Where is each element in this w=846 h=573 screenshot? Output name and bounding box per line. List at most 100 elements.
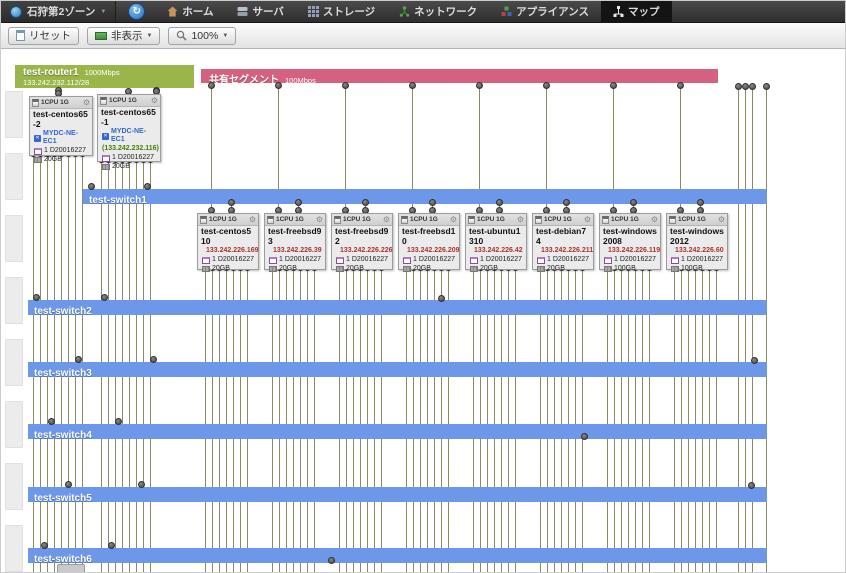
server-node[interactable]: 1CPU 1G⚙test-freebsd10133.242.226.2091 D… — [398, 213, 460, 270]
port-dot — [496, 199, 503, 206]
network-cable — [607, 270, 608, 573]
network-cable — [561, 270, 562, 573]
gear-icon[interactable]: ⚙ — [151, 97, 158, 105]
gear-icon[interactable]: ⚙ — [584, 216, 591, 224]
router-bandwidth: 1000Mbps — [85, 68, 120, 77]
port-dot — [208, 82, 215, 89]
port-dot — [295, 199, 302, 206]
server-ip: 133.242.226.39 — [265, 246, 325, 255]
server-spec-badge: 1CPU 1G — [343, 216, 381, 223]
port-dot — [101, 294, 108, 301]
gear-icon[interactable]: ⚙ — [651, 216, 658, 224]
switch-bar[interactable]: test-switch6 — [28, 548, 767, 563]
server-node[interactable]: 1CPU 1G⚙test-windows2008133.242.226.1191… — [599, 213, 661, 270]
switch-name: test-switch3 — [34, 368, 92, 377]
nav-item-home[interactable]: ホーム — [155, 1, 225, 22]
server-icon — [32, 99, 39, 107]
server-name: test-centos510 — [198, 226, 258, 246]
gear-icon[interactable]: ⚙ — [718, 216, 725, 224]
nic-link[interactable]: MYDC-NE-EC1 — [43, 130, 89, 146]
server-name: test-freebsd10 — [399, 226, 459, 246]
network-cable — [434, 270, 435, 573]
zone-selector[interactable]: 石狩第2ゾーン ▼ — [1, 1, 116, 22]
zoom-select-button[interactable]: 100% ▼ — [168, 27, 236, 45]
gear-icon[interactable]: ⚙ — [316, 216, 323, 224]
offscreen-node — [5, 91, 23, 138]
switch-bar[interactable]: test-switch5 — [28, 487, 767, 502]
top-nav: 石狩第2ゾーン ▼ ↻ ホーム サーバ ストレージ ネットワーク アプライアンス… — [1, 1, 846, 23]
nic-link[interactable]: MYDC-NE-EC1 — [111, 128, 157, 144]
switch-bar[interactable]: test-switch4 — [28, 424, 767, 439]
disk-size: 20GB — [279, 265, 297, 273]
nav-item-server[interactable]: サーバ — [225, 1, 295, 22]
server-node[interactable]: 1CPU 1G⚙test-centos510133.242.226.1691 D… — [197, 213, 259, 270]
router-bar[interactable]: test-router11000Mbps133.242.232.112/28 — [15, 65, 194, 88]
server-node-header: 1CPU 1G⚙ — [332, 214, 392, 226]
network-map-canvas[interactable]: test-router11000Mbps133.242.232.112/28共有… — [1, 49, 846, 573]
offscreen-node — [5, 463, 23, 510]
storage-size-icon — [470, 266, 478, 272]
storage-size-icon — [336, 266, 344, 272]
network-cable — [427, 270, 428, 573]
port-dot — [228, 199, 235, 206]
nav-item-network[interactable]: ネットワーク — [387, 1, 489, 22]
display-toggle-button[interactable]: 非表示 ▼ — [87, 27, 160, 45]
network-cable — [374, 270, 375, 573]
nav-item-map[interactable]: マップ — [601, 1, 672, 22]
server-node[interactable]: 1CPU 1G⚙test-windows2012133.242.226.601 … — [666, 213, 728, 270]
network-cable — [205, 270, 206, 573]
reset-button[interactable]: リセット — [8, 27, 79, 45]
map-toolbar: リセット 非表示 ▼ 100% ▼ — [1, 23, 846, 49]
server-icon — [237, 6, 248, 17]
server-spec-badge: 1CPU 1G — [209, 216, 247, 223]
storage-size-icon — [671, 266, 679, 272]
network-cable — [688, 270, 689, 573]
port-dot — [108, 542, 115, 549]
server-ip: 133.242.226.211 — [533, 246, 593, 255]
network-cable — [367, 270, 368, 573]
port-dot — [342, 82, 349, 89]
disk-icon — [34, 148, 42, 155]
reset-icon — [16, 30, 25, 41]
network-cable — [628, 270, 629, 573]
nav-item-appliance[interactable]: アプライアンス — [489, 1, 601, 22]
network-cable — [420, 270, 421, 573]
server-icon — [602, 216, 609, 224]
disk-id: 1 D20016227 — [212, 256, 254, 264]
server-node[interactable]: 1CPU 1G⚙test-ubuntu1310133.242.226.421 D… — [465, 213, 527, 270]
disk-id: 1 D20016227 — [112, 154, 154, 162]
server-node[interactable]: 1CPU 1G⚙test-debian74133.242.226.2111 D2… — [532, 213, 594, 270]
gear-icon[interactable]: ⚙ — [517, 216, 524, 224]
server-node[interactable]: 1CPU 1G⚙test-centos65-2✕MYDC-NE-EC11 D20… — [29, 96, 93, 156]
disk-size: 20GB — [212, 265, 230, 273]
port-dot — [763, 83, 770, 90]
port-dot — [33, 294, 40, 301]
network-cable — [300, 270, 301, 573]
switch-name: test-switch6 — [34, 554, 92, 563]
storage-size-icon — [537, 266, 545, 272]
server-node[interactable]: 1CPU 1G⚙test-freebsd93133.242.226.391 D2… — [264, 213, 326, 270]
nic-icon — [95, 32, 107, 40]
gear-icon[interactable]: ⚙ — [383, 216, 390, 224]
switch-name: test-switch2 — [34, 306, 92, 315]
router-name: test-router1 — [23, 67, 79, 78]
nav-item-label: ネットワーク — [414, 4, 477, 19]
server-ip: (133.242.232.116) — [98, 144, 160, 153]
network-cable — [635, 270, 636, 573]
disk-icon — [671, 257, 679, 264]
magnifier-icon — [176, 30, 187, 41]
disk-size: 20GB — [112, 163, 130, 171]
gear-icon[interactable]: ⚙ — [249, 216, 256, 224]
server-node[interactable]: 1CPU 1G⚙test-centos65-1✕MYDC-NE-EC1(133.… — [97, 94, 161, 162]
gear-icon[interactable]: ⚙ — [83, 99, 90, 107]
server-node[interactable]: 1CPU 1G⚙test-freebsd92133.242.226.2261 D… — [331, 213, 393, 270]
network-cable — [441, 270, 442, 573]
switch-bar[interactable]: test-switch2 — [28, 300, 767, 315]
nav-item-storage[interactable]: ストレージ — [296, 1, 387, 22]
refresh-button[interactable]: ↻ — [128, 3, 145, 20]
shared-segment-bar[interactable]: 共有セグメント100Mbps — [201, 69, 718, 83]
gear-icon[interactable]: ⚙ — [450, 216, 457, 224]
network-cable — [307, 270, 308, 573]
switch-bar[interactable]: test-switch3 — [28, 362, 767, 377]
switch-bar[interactable]: test-switch1 — [83, 189, 767, 204]
